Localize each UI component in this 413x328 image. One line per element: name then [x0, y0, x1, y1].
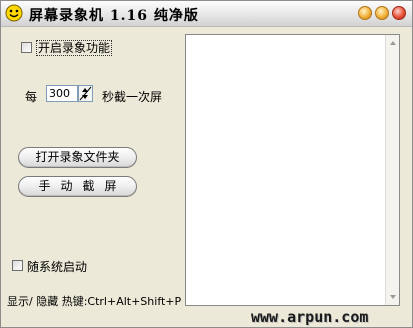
app-window: 屏幕录象机 1.16 纯净版 开启录象功能 每 300 秒截一次屏 打开录象文件…	[0, 0, 413, 328]
minimize-button[interactable]	[358, 6, 372, 20]
window-title: 屏幕录象机 1.16 纯净版	[29, 8, 199, 24]
record-checkbox-label[interactable]: 开启录象功能	[36, 40, 113, 56]
open-folder-button[interactable]: 打开录象文件夹	[18, 147, 137, 168]
vertical-scrollbar[interactable]	[385, 35, 399, 305]
interval-suffix-label: 秒截一次屏	[102, 90, 163, 104]
close-button[interactable]	[392, 6, 406, 20]
smiley-icon	[5, 4, 23, 22]
record-checkbox[interactable]	[21, 42, 32, 53]
title-bar[interactable]: 屏幕录象机 1.16 纯净版	[1, 1, 412, 27]
preview-pane[interactable]	[185, 34, 400, 306]
scroll-down-icon[interactable]	[387, 291, 399, 303]
interval-input[interactable]: 300	[46, 85, 78, 102]
maximize-button[interactable]	[375, 6, 389, 20]
interval-spinner[interactable]	[78, 85, 93, 102]
interval-prefix-label: 每	[25, 90, 38, 104]
footer-watermark-url: www.arpun.com	[251, 308, 369, 326]
startup-checkbox[interactable]	[12, 260, 23, 271]
manual-capture-button[interactable]: 手动截屏	[18, 176, 137, 197]
startup-checkbox-label[interactable]: 随系统启动	[27, 258, 87, 275]
scroll-up-icon[interactable]	[387, 37, 399, 49]
hotkey-hint: 显示/ 隐藏 热键:Ctrl+Alt+Shift+P	[7, 295, 182, 308]
spinner-arrows-icon	[79, 86, 92, 101]
